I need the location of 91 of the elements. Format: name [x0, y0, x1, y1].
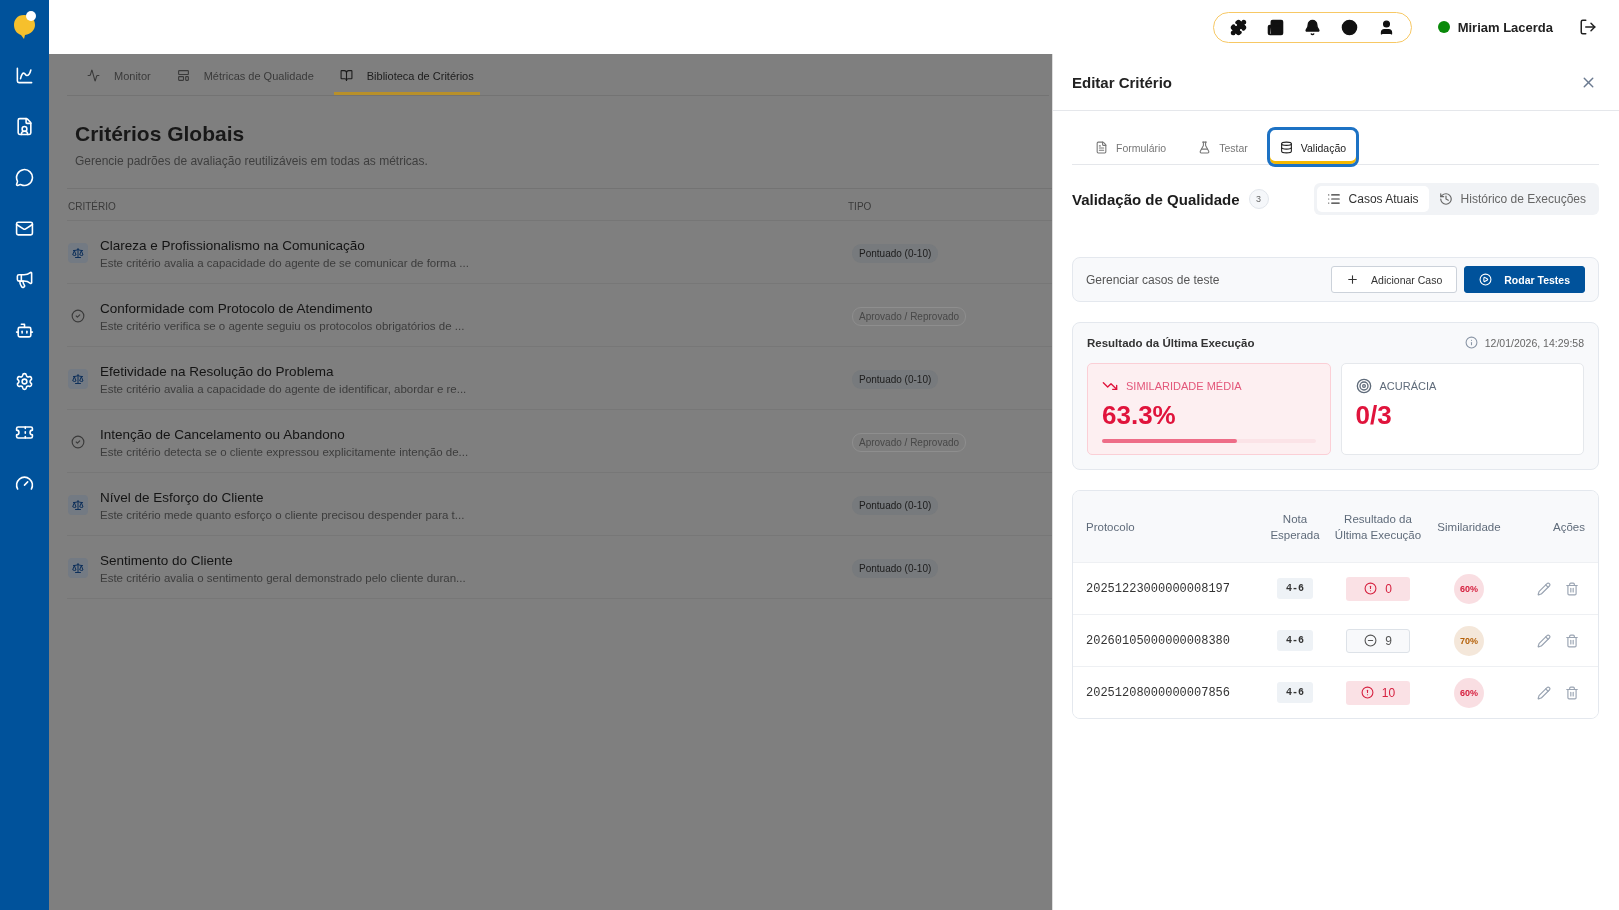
- type-tag: Pontuado (0-10): [852, 495, 939, 515]
- panel-tab[interactable]: Validação: [1266, 127, 1360, 167]
- book-icon: [339, 69, 353, 82]
- play-icon: [1479, 273, 1493, 286]
- criterion-description: Este critério verifica se o agente seguiu os protocolos obrigatórios de ...: [100, 319, 465, 332]
- panel-title: Editar Critério: [1072, 73, 1173, 91]
- ticket-icon[interactable]: [15, 423, 34, 442]
- criterion-title[interactable]: Efetividade na Resolução do Problema: [100, 363, 467, 379]
- protocol-cell: 20260105000000008380: [1086, 633, 1231, 648]
- alert-icon: [1364, 582, 1378, 595]
- column-header: Protocolo: [1086, 519, 1136, 535]
- scale-icon: [68, 369, 88, 389]
- criterion-description: Este critério avalia o sentimento geral demonstrado pelo cliente duran...: [100, 571, 466, 584]
- target-icon: [1355, 378, 1372, 394]
- document-icon: [1095, 141, 1108, 154]
- column-header: CRITÉRIO: [67, 189, 847, 221]
- result-value: 9: [1385, 633, 1392, 648]
- page-title: Critérios Globais: [75, 122, 246, 146]
- pulse-icon: [87, 69, 100, 82]
- column-header: Nota Esperada: [1269, 511, 1321, 543]
- panel-tab[interactable]: Formulário: [1082, 127, 1180, 167]
- expected-score: 4-6: [1277, 578, 1313, 599]
- similarity-score: 60%: [1454, 677, 1484, 708]
- similarity-score: 60%: [1454, 573, 1484, 604]
- section-title: Validação de Qualidade: [1072, 190, 1240, 208]
- count-badge: 3: [1248, 189, 1269, 209]
- contact-file-icon[interactable]: [15, 117, 34, 136]
- type-tag: Aprovado / Reprovado: [852, 306, 967, 326]
- puzzle-icon[interactable]: [1229, 18, 1247, 36]
- mail-icon[interactable]: [15, 219, 34, 238]
- logout-icon[interactable]: [1579, 18, 1597, 36]
- column-header: Ações: [1552, 519, 1585, 535]
- scale-icon: [68, 495, 88, 515]
- history-icon: [1438, 192, 1453, 206]
- protocol-cell: 20251208000000007856: [1086, 685, 1231, 700]
- nav-tab[interactable]: Monitor: [81, 54, 157, 95]
- criterion-description: Este critério mede quanto esforço o cliente precisou despender para t...: [100, 508, 465, 521]
- column-header: Similaridade: [1436, 519, 1502, 535]
- layout-icon: [176, 69, 190, 82]
- result-value: 10: [1381, 685, 1396, 700]
- run-tests-button[interactable]: Rodar Testes: [1464, 266, 1585, 293]
- view-toggle[interactable]: Histórico de Execuções: [1428, 186, 1596, 212]
- metric-label: SIMILARIDADE MÉDIA: [1126, 380, 1242, 392]
- criterion-title[interactable]: Conformidade com Protocolo de Atendimento: [100, 300, 465, 316]
- criterion-description: Este critério detecta se o cliente expressou explicitamente intenção de...: [100, 445, 469, 458]
- flask-icon: [1198, 141, 1212, 154]
- criterion-title[interactable]: Clareza e Profissionalismo na Comunicação: [100, 237, 469, 253]
- scale-icon: [68, 243, 88, 263]
- result-value: 0: [1385, 581, 1392, 596]
- manage-label: Gerenciar casos de teste: [1086, 272, 1220, 287]
- expected-score: 4-6: [1277, 630, 1313, 651]
- nav-tab[interactable]: Biblioteca de Critérios: [333, 54, 480, 95]
- protocol-cell: 20251223000000008197: [1086, 581, 1231, 596]
- column-header: Resultado da Última Execução: [1333, 511, 1423, 543]
- user-name[interactable]: Miriam Lacerda: [1457, 19, 1553, 35]
- expected-score: 4-6: [1277, 682, 1313, 703]
- metric-label: ACURÁCIA: [1379, 380, 1437, 392]
- info-icon: [1464, 336, 1478, 349]
- database-icon: [1279, 141, 1293, 154]
- minus-circle-icon: [1364, 634, 1378, 647]
- bell-icon[interactable]: [1303, 18, 1321, 36]
- timestamp: 12/01/2026, 14:29:58: [1484, 336, 1584, 349]
- megaphone-icon[interactable]: [15, 270, 34, 289]
- chat-icon[interactable]: [15, 168, 34, 187]
- gauge-icon[interactable]: [15, 474, 34, 493]
- robot-icon[interactable]: [15, 321, 34, 340]
- panel-tab[interactable]: Testar: [1185, 127, 1261, 167]
- nav-tab[interactable]: Métricas de Qualidade: [170, 54, 320, 95]
- list-icon: [1326, 192, 1341, 206]
- metric-value: 63.3%: [1102, 400, 1177, 431]
- metric-value: 0/3: [1355, 400, 1393, 431]
- type-tag: Aprovado / Reprovado: [852, 432, 967, 452]
- criterion-description: Este critério avalia a capacidade do agente de se comunicar de forma ...: [100, 256, 469, 269]
- alert-icon: [1360, 686, 1374, 699]
- criterion-title[interactable]: Sentimento do Cliente: [100, 552, 466, 568]
- settings-icon[interactable]: [15, 372, 34, 391]
- logo-icon[interactable]: [11, 10, 38, 40]
- similarity-score: 70%: [1454, 625, 1484, 656]
- card-title: Resultado da Última Execução: [1087, 336, 1255, 349]
- criterion-title[interactable]: Nível de Esforço do Cliente: [100, 489, 465, 505]
- type-tag: Pontuado (0-10): [852, 369, 939, 389]
- scale-icon: [68, 558, 88, 578]
- plus-icon: [1346, 273, 1360, 286]
- add-case-button[interactable]: Adicionar Caso: [1331, 266, 1458, 293]
- page-subtitle: Gerencie padrões de avaliação reutilizáveis em todas as métricas.: [75, 154, 429, 168]
- criterion-title[interactable]: Intenção de Cancelamento ou Abandono: [100, 426, 469, 442]
- view-toggle[interactable]: Casos Atuais: [1316, 186, 1429, 212]
- type-tag: Pontuado (0-10): [852, 243, 939, 263]
- type-tag: Pontuado (0-10): [852, 558, 939, 578]
- criterion-description: Este critério avalia a capacidade do agente de identificar, abordar e re...: [100, 382, 467, 395]
- chart-icon[interactable]: [15, 66, 34, 85]
